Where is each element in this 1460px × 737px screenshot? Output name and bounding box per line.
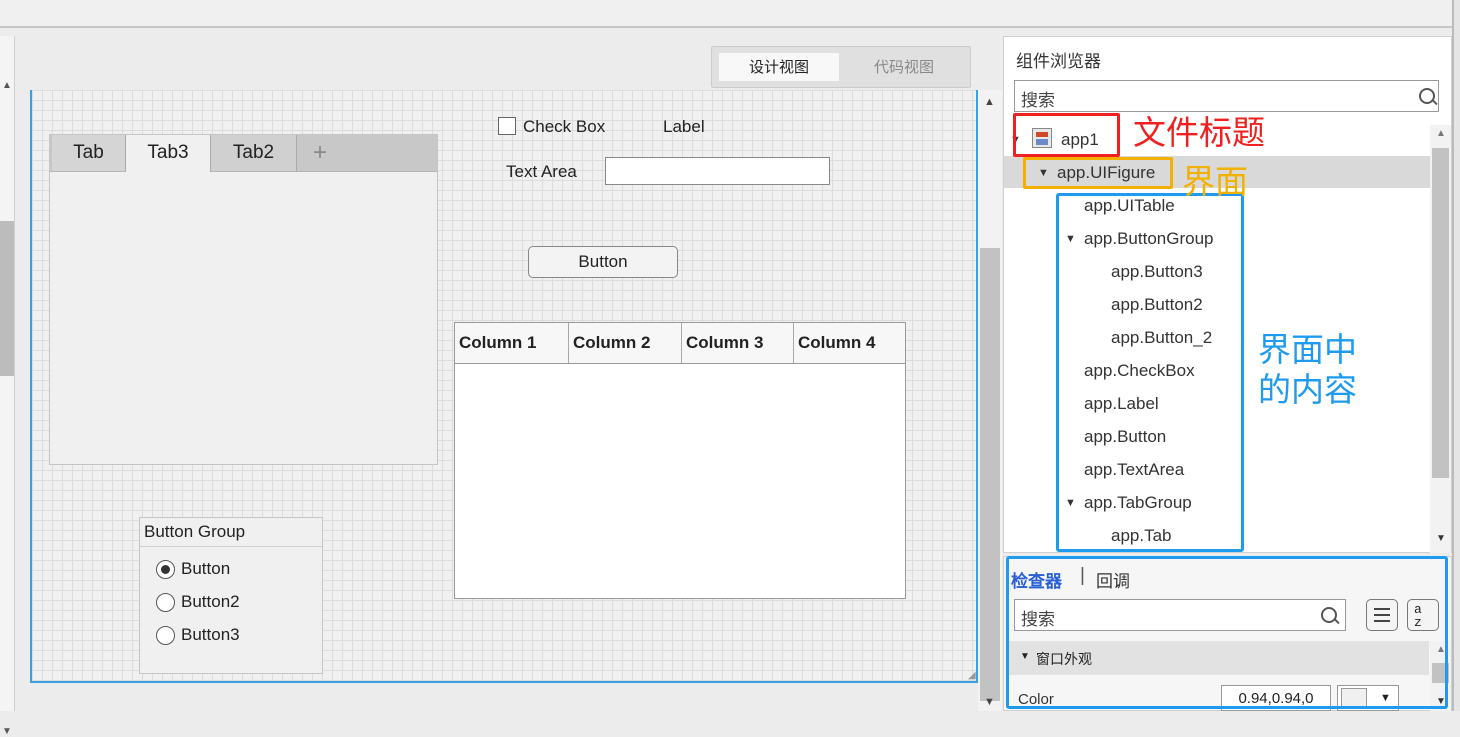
scroll-down-icon[interactable]: ▼	[2, 726, 12, 737]
scroll-thumb[interactable]	[980, 248, 1000, 701]
scroll-up-icon[interactable]: ▲	[1436, 128, 1446, 139]
button-component[interactable]: Button	[528, 246, 678, 278]
radio-button-2[interactable]	[156, 593, 175, 612]
scroll-down-icon[interactable]: ▼	[984, 696, 995, 708]
scroll-up-icon[interactable]: ▲	[984, 96, 995, 108]
annotation-interface-content: 界面中的内容	[1258, 330, 1357, 409]
left-panel-scrollbar[interactable]: ▲ ▼	[0, 36, 15, 737]
tab-tab2[interactable]: Tab2	[211, 135, 297, 171]
ui-table[interactable]: Column 1 Column 2 Column 3 Column 4	[454, 322, 906, 599]
view-toggle: 设计视图 代码视图	[711, 46, 971, 88]
divider	[140, 546, 322, 547]
scroll-thumb[interactable]	[1432, 148, 1449, 478]
textarea-label: Text Area	[506, 162, 577, 181]
button-group-title: Button Group	[144, 522, 246, 541]
table-column-header[interactable]: Column 4	[794, 323, 906, 363]
checkbox-label: Check Box	[523, 117, 606, 136]
label-component[interactable]: Label	[663, 117, 705, 137]
table-column-header[interactable]: Column 3	[682, 323, 794, 363]
panel-title: 组件浏览器	[1016, 52, 1101, 72]
radio-label: Button3	[181, 625, 240, 644]
tab-tab3[interactable]: Tab3	[126, 135, 211, 172]
radio-button-3[interactable]	[156, 626, 175, 645]
annotation-file-title: 文件标题	[1133, 113, 1265, 152]
table-column-header[interactable]: Column 1	[455, 323, 569, 363]
radio-button-1[interactable]	[156, 560, 175, 579]
radio-label: Button	[181, 559, 231, 578]
top-toolbar-strip	[0, 0, 1460, 28]
scroll-thumb[interactable]	[0, 221, 14, 376]
code-view-button[interactable]: 代码视图	[844, 53, 964, 81]
search-icon[interactable]	[1419, 88, 1435, 104]
scroll-up-icon[interactable]: ▲	[2, 80, 12, 91]
search-placeholder: 搜索	[1021, 91, 1055, 111]
radio-label: Button2	[181, 592, 240, 611]
annotation-box-interface	[1023, 157, 1173, 189]
add-tab-button[interactable]: +	[297, 135, 343, 171]
annotation-box-inspector	[1006, 556, 1448, 709]
canvas-scrollbar[interactable]: ▲ ▼	[978, 90, 1002, 711]
browser-scrollbar[interactable]: ▲ ▼	[1430, 125, 1451, 553]
annotation-interface: 界面	[1182, 162, 1248, 201]
checkbox[interactable]	[498, 117, 516, 135]
text-area[interactable]	[605, 157, 830, 185]
tab-group[interactable]: Tab Tab3 Tab2 +	[49, 134, 438, 465]
window-right-edge	[1452, 0, 1460, 711]
tab-strip: Tab Tab3 Tab2 +	[50, 135, 437, 172]
resize-grip-icon[interactable]: ◢	[968, 670, 976, 681]
table-header: Column 1 Column 2 Column 3 Column 4	[455, 323, 905, 364]
radio-selected-dot	[161, 565, 170, 574]
scroll-down-icon[interactable]: ▼	[1436, 533, 1446, 544]
tab-tab[interactable]: Tab	[52, 135, 126, 171]
design-view-button[interactable]: 设计视图	[719, 53, 839, 81]
button-group[interactable]: Button Group Button Button2 Button3	[139, 517, 323, 674]
annotation-box-interface-content	[1056, 193, 1244, 552]
annotation-box-file-title	[1013, 113, 1120, 157]
table-column-header[interactable]: Column 2	[569, 323, 682, 363]
